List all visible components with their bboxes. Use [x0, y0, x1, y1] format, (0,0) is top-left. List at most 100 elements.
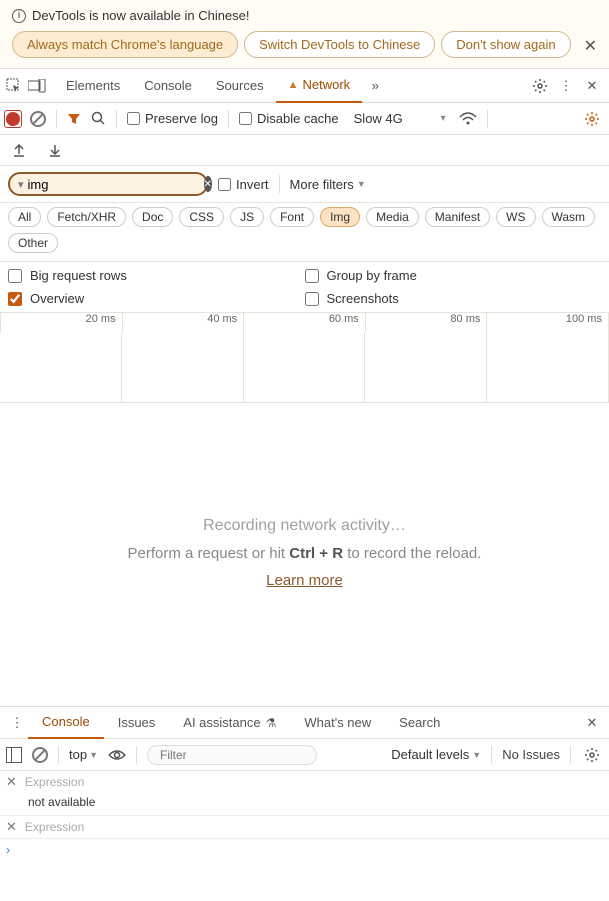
type-chip-font[interactable]: Font [270, 207, 314, 227]
more-tabs-icon[interactable]: » [366, 78, 384, 93]
search-icon[interactable] [91, 111, 106, 126]
switch-language-button[interactable]: Switch DevTools to Chinese [244, 31, 435, 58]
console-sidebar-toggle[interactable] [6, 747, 22, 763]
timeline-tick: 80 ms [366, 313, 488, 333]
divider [228, 110, 229, 128]
always-match-button[interactable]: Always match Chrome's language [12, 31, 238, 58]
timeline-tick: 20 ms [0, 313, 123, 333]
network-conditions-icon[interactable] [459, 112, 477, 126]
learn-more-link[interactable]: Learn more [266, 572, 343, 589]
timeline-tick: 100 ms [487, 313, 609, 333]
expression-placeholder[interactable]: Expression [25, 820, 603, 834]
drawer-tab-whatsnew[interactable]: What's new [290, 707, 385, 739]
banner-title: DevTools is now available in Chinese! [32, 8, 250, 23]
tab-elements[interactable]: Elements [54, 69, 132, 103]
resource-type-filter: All Fetch/XHR Doc CSS JS Font Img Media Manifest… [0, 203, 609, 262]
inspect-icon[interactable] [6, 78, 24, 94]
drawer-kebab-icon[interactable]: ⋮ [6, 712, 28, 734]
type-chip-ws[interactable]: WS [496, 207, 535, 227]
console-filter-input[interactable] [160, 748, 315, 762]
console-prompt[interactable]: › [0, 839, 609, 861]
more-filters-dropdown[interactable]: More filters▼ [290, 177, 366, 192]
import-export-row [0, 135, 609, 166]
info-icon: i [12, 9, 26, 23]
export-har-icon[interactable] [8, 139, 30, 161]
log-levels-select[interactable]: Default levels▼ [391, 747, 481, 762]
big-rows-checkbox[interactable]: Big request rows [8, 268, 305, 283]
drawer-tab-issues[interactable]: Issues [104, 707, 170, 739]
expression-value: not available [0, 793, 609, 815]
type-chip-wasm[interactable]: Wasm [542, 207, 596, 227]
live-expression-2: ✕ Expression [0, 816, 609, 839]
context-select[interactable]: top▼ [69, 747, 98, 762]
timeline-overview[interactable]: 20 ms40 ms60 ms80 ms100 ms [0, 313, 609, 403]
group-by-frame-checkbox[interactable]: Group by frame [305, 268, 602, 283]
network-toolbar: Preserve log Disable cache Slow 4G [0, 103, 609, 135]
divider [58, 746, 59, 764]
tab-console[interactable]: Console [132, 69, 204, 103]
warning-icon: ▲ [288, 79, 299, 91]
tab-sources[interactable]: Sources [204, 69, 276, 103]
overview-checkbox[interactable]: Overview [8, 291, 305, 306]
recording-hint: Perform a request or hit Ctrl + R to rec… [128, 545, 482, 562]
console-settings-icon[interactable] [581, 744, 603, 766]
type-chip-manifest[interactable]: Manifest [425, 207, 490, 227]
invert-checkbox[interactable]: Invert [218, 177, 269, 192]
remove-expression-icon[interactable]: ✕ [6, 819, 17, 835]
main-tabs: Elements Console Sources ▲Network » ⋮ ✕ [0, 69, 609, 103]
divider [56, 110, 57, 128]
divider [570, 746, 571, 764]
expression-placeholder[interactable]: Expression [25, 775, 603, 789]
drawer-tab-console[interactable]: Console [28, 707, 104, 739]
type-chip-css[interactable]: CSS [179, 207, 224, 227]
clear-button[interactable] [30, 111, 46, 127]
close-devtools-icon[interactable]: ✕ [581, 75, 603, 97]
filter-toggle-icon[interactable] [67, 112, 81, 126]
drawer: ⋮ Console Issues AI assistance⚗ What's n… [0, 706, 609, 901]
network-settings-icon[interactable] [581, 108, 603, 130]
drawer-tabs: ⋮ Console Issues AI assistance⚗ What's n… [0, 707, 609, 739]
dont-show-button[interactable]: Don't show again [441, 31, 570, 58]
close-banner-icon[interactable]: ✕ [584, 36, 597, 56]
live-expression-1: ✕ Expression not available [0, 771, 609, 816]
type-chip-doc[interactable]: Doc [132, 207, 173, 227]
divider [487, 110, 488, 128]
kebab-icon[interactable]: ⋮ [555, 75, 577, 97]
drawer-tab-search[interactable]: Search [385, 707, 454, 739]
type-chip-img[interactable]: Img [320, 207, 360, 227]
console-filter-wrap[interactable] [147, 745, 317, 765]
device-icon[interactable] [28, 79, 46, 93]
timeline-tick: 40 ms [123, 313, 245, 333]
preserve-log-checkbox[interactable]: Preserve log [127, 111, 218, 126]
no-issues-label[interactable]: No Issues [502, 747, 560, 762]
live-expression-icon[interactable] [108, 749, 126, 761]
empty-state: Recording network activity… Perform a re… [0, 403, 609, 703]
type-chip-js[interactable]: JS [230, 207, 264, 227]
settings-icon[interactable] [529, 75, 551, 97]
import-har-icon[interactable] [44, 139, 66, 161]
close-drawer-icon[interactable]: ✕ [581, 712, 603, 734]
throttling-select[interactable]: Slow 4G [349, 110, 449, 127]
divider [491, 746, 492, 764]
divider [136, 746, 137, 764]
type-chip-fetchxhr[interactable]: Fetch/XHR [47, 207, 126, 227]
language-banner: i DevTools is now available in Chinese! … [0, 0, 609, 69]
type-chip-other[interactable]: Other [8, 233, 58, 253]
filter-input-wrap[interactable]: ▾ ✕ [8, 172, 208, 196]
divider [279, 175, 280, 193]
type-chip-media[interactable]: Media [366, 207, 419, 227]
clear-filter-icon[interactable]: ✕ [204, 176, 212, 192]
display-options: Big request rows Group by frame Overview… [0, 262, 609, 313]
recording-title: Recording network activity… [203, 517, 406, 535]
clear-console-icon[interactable] [32, 747, 48, 763]
type-chip-all[interactable]: All [8, 207, 41, 227]
record-button[interactable] [6, 112, 20, 126]
tab-network[interactable]: ▲Network [276, 69, 363, 103]
screenshots-checkbox[interactable]: Screenshots [305, 291, 602, 306]
remove-expression-icon[interactable]: ✕ [6, 774, 17, 790]
filter-input[interactable] [28, 177, 204, 192]
disable-cache-checkbox[interactable]: Disable cache [239, 111, 339, 126]
filter-row: ▾ ✕ Invert More filters▼ [0, 166, 609, 203]
drawer-tab-ai[interactable]: AI assistance⚗ [169, 707, 290, 739]
filter-funnel-icon: ▾ [18, 178, 24, 191]
